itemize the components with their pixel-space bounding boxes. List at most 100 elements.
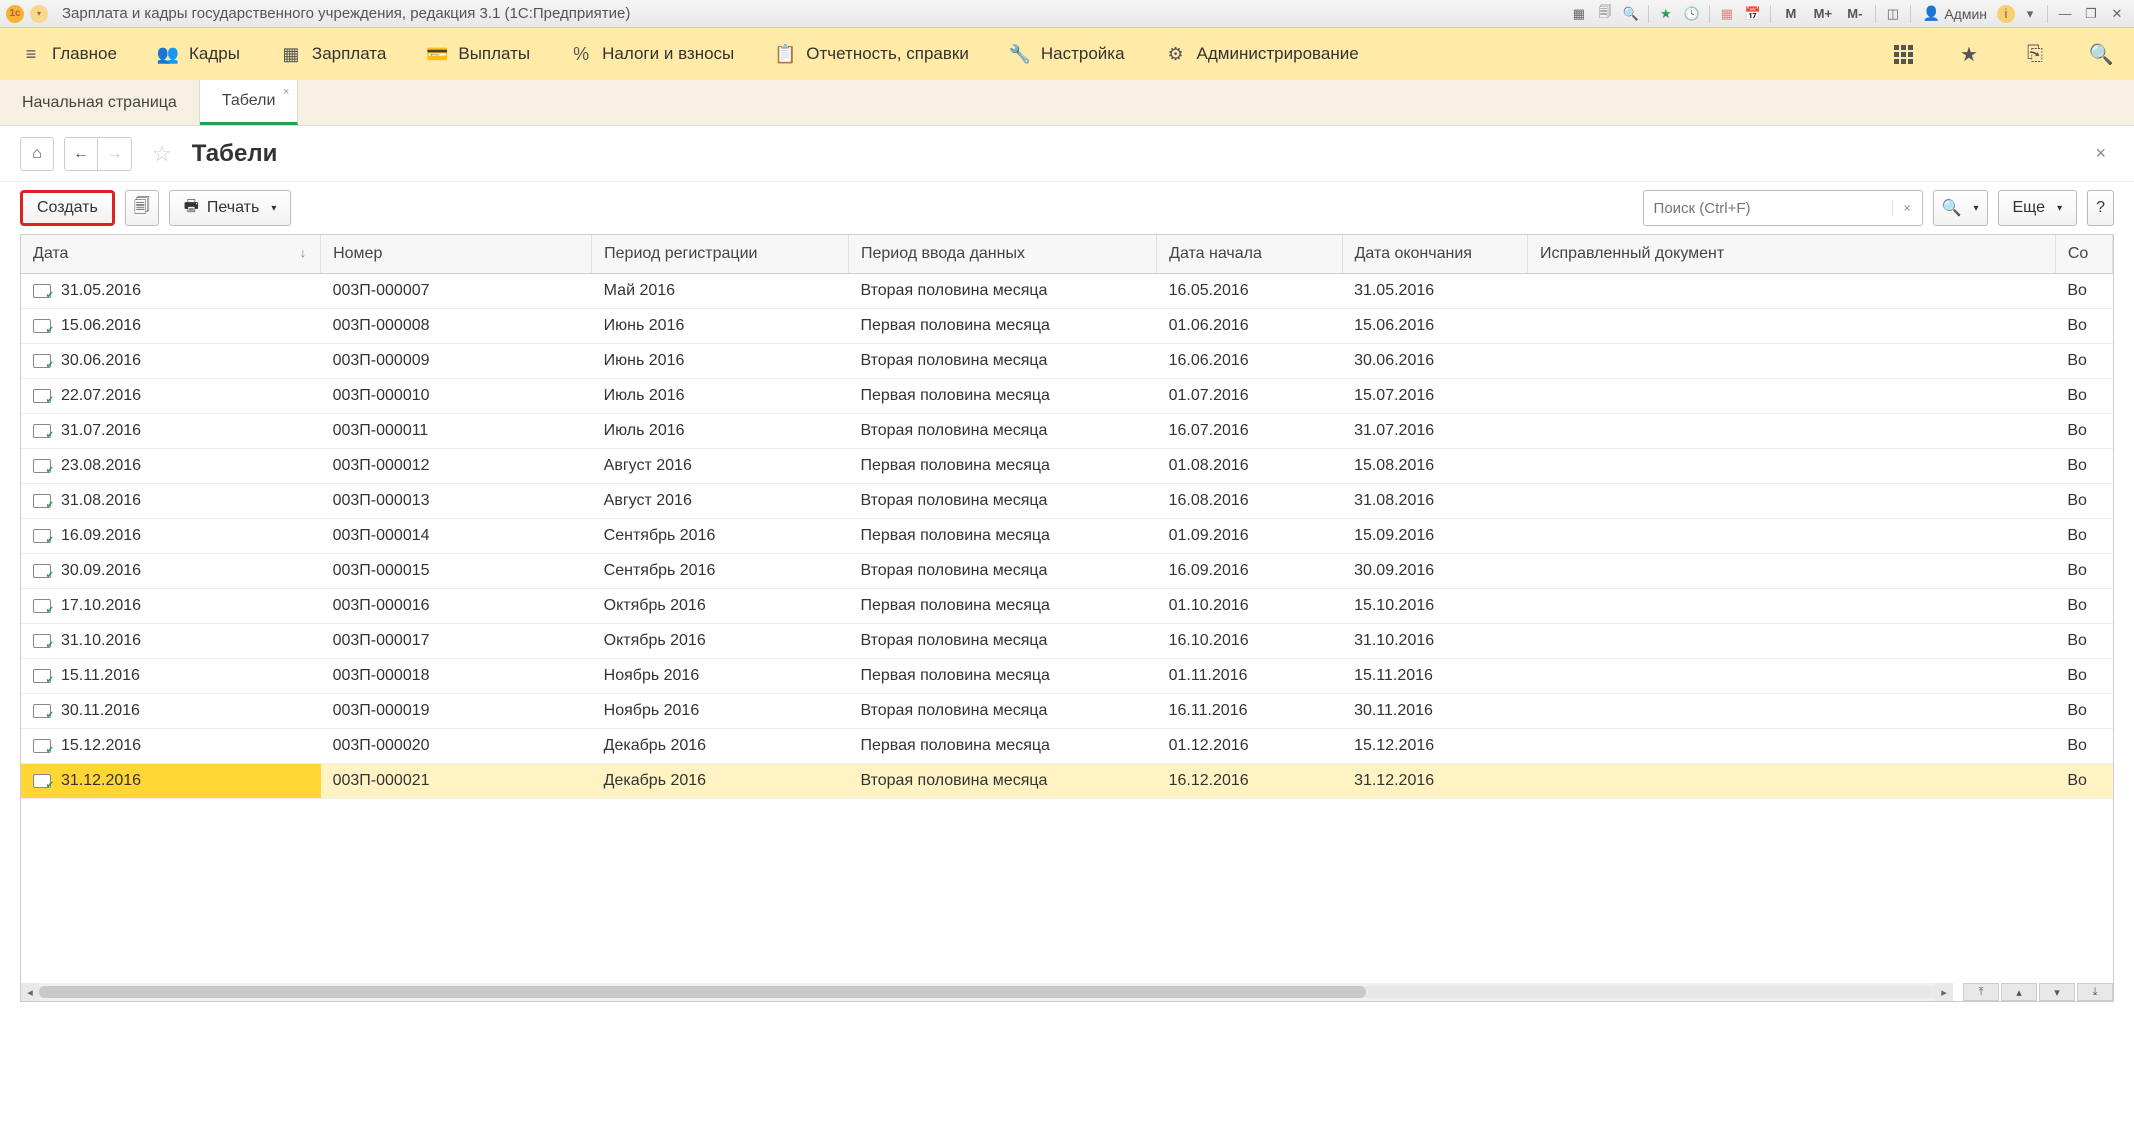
table-cell: Во bbox=[2055, 694, 2112, 729]
menu-item-6[interactable]: 🔧Настройка bbox=[1009, 43, 1125, 65]
table-cell: 31.12.2016 bbox=[21, 764, 321, 799]
star-icon[interactable]: ★ bbox=[1956, 41, 1982, 67]
menu-label: Кадры bbox=[189, 44, 240, 64]
column-header[interactable]: Дата окончания bbox=[1342, 235, 1527, 274]
table-cell: 31.10.2016 bbox=[21, 624, 321, 659]
table-row[interactable]: 17.10.2016003П-000016Октябрь 2016Первая … bbox=[21, 589, 2113, 624]
menu-icon: 📋 bbox=[774, 43, 796, 65]
column-header[interactable]: Период регистрации bbox=[592, 235, 849, 274]
tab-1[interactable]: Табели× bbox=[200, 80, 299, 125]
scroll-down-button[interactable]: ▾ bbox=[2039, 983, 2075, 1001]
clipboard-icon[interactable]: ⎘ bbox=[2022, 41, 2048, 67]
table-row[interactable]: 31.07.2016003П-000011Июль 2016Вторая пол… bbox=[21, 414, 2113, 449]
document-status-icon bbox=[33, 319, 51, 333]
table-row[interactable]: 30.11.2016003П-000019Ноябрь 2016Вторая п… bbox=[21, 694, 2113, 729]
favorite-icon[interactable]: ★ bbox=[1655, 4, 1677, 24]
app-menu-dropdown-icon[interactable]: ▾ bbox=[30, 5, 48, 23]
history-icon[interactable]: 🕓 bbox=[1681, 4, 1703, 24]
panel-toggle-icon[interactable]: ◫ bbox=[1882, 4, 1904, 24]
table-row[interactable]: 30.09.2016003П-000015Сентябрь 2016Вторая… bbox=[21, 554, 2113, 589]
close-page-button[interactable]: × bbox=[2087, 143, 2114, 164]
back-button[interactable]: ← bbox=[64, 137, 98, 171]
menu-label: Налоги и взносы bbox=[602, 44, 734, 64]
column-header[interactable]: Со bbox=[2055, 235, 2112, 274]
table-cell: 31.07.2016 bbox=[1342, 414, 1527, 449]
table-row[interactable]: 15.11.2016003П-000018Ноябрь 2016Первая п… bbox=[21, 659, 2113, 694]
menu-icon: ≡ bbox=[20, 43, 42, 65]
table-cell: 15.10.2016 bbox=[1342, 589, 1527, 624]
table-cell: 22.07.2016 bbox=[21, 379, 321, 414]
table-row[interactable]: 23.08.2016003П-000012Август 2016Первая п… bbox=[21, 449, 2113, 484]
user-label[interactable]: 👤 Админ bbox=[1917, 5, 1993, 22]
table-row[interactable]: 16.09.2016003П-000014Сентябрь 2016Первая… bbox=[21, 519, 2113, 554]
apps-grid-icon[interactable] bbox=[1890, 41, 1916, 67]
menu-label: Выплаты bbox=[458, 44, 530, 64]
goto-top-button[interactable]: ⤒ bbox=[1963, 983, 1999, 1001]
menu-item-0[interactable]: ≡Главное bbox=[20, 43, 117, 65]
goto-bottom-button[interactable]: ⤓ bbox=[2077, 983, 2113, 1001]
table-row[interactable]: 31.10.2016003П-000017Октябрь 2016Вторая … bbox=[21, 624, 2113, 659]
home-button[interactable]: ⌂ bbox=[20, 137, 54, 171]
menu-item-3[interactable]: 💳Выплаты bbox=[426, 43, 530, 65]
memory-mminus[interactable]: M- bbox=[1841, 4, 1869, 24]
tb-icon-3[interactable]: 🔍 bbox=[1620, 4, 1642, 24]
info-icon[interactable]: i bbox=[1997, 5, 2015, 23]
table-cell: Сентябрь 2016 bbox=[592, 519, 849, 554]
clear-search-button[interactable]: × bbox=[1892, 201, 1922, 215]
table-cell bbox=[1528, 764, 2056, 799]
copy-button[interactable]: 🗐 bbox=[125, 190, 159, 226]
table-cell: Во bbox=[2055, 554, 2112, 589]
maximize-button[interactable]: ❐ bbox=[2080, 4, 2102, 24]
table-cell: Вторая половина месяца bbox=[848, 484, 1156, 519]
column-header[interactable]: Период ввода данных bbox=[848, 235, 1156, 274]
scroll-right-icon[interactable]: ▸ bbox=[1935, 983, 1953, 1001]
document-status-icon bbox=[33, 529, 51, 543]
menu-item-4[interactable]: %Налоги и взносы bbox=[570, 43, 734, 65]
table-cell: 003П-000008 bbox=[321, 309, 592, 344]
tb-icon-2[interactable]: 🗐 bbox=[1594, 4, 1616, 24]
document-status-icon bbox=[33, 564, 51, 578]
menu-item-5[interactable]: 📋Отчетность, справки bbox=[774, 43, 969, 65]
memory-mplus[interactable]: M+ bbox=[1809, 4, 1837, 24]
memory-m[interactable]: M bbox=[1777, 4, 1805, 24]
close-window-button[interactable]: ✕ bbox=[2106, 4, 2128, 24]
close-tab-icon[interactable]: × bbox=[283, 86, 289, 98]
column-header[interactable]: Номер bbox=[321, 235, 592, 274]
search-icon[interactable]: 🔍 bbox=[2088, 41, 2114, 67]
table-row[interactable]: 15.12.2016003П-000020Декабрь 2016Первая … bbox=[21, 729, 2113, 764]
horizontal-scrollbar[interactable]: ◂ ▸ bbox=[21, 983, 1953, 1001]
table-cell: Во bbox=[2055, 659, 2112, 694]
menu-item-2[interactable]: ▦Зарплата bbox=[280, 43, 386, 65]
column-header[interactable]: Дата↓ bbox=[21, 235, 321, 274]
menu-item-7[interactable]: ⚙Администрирование bbox=[1165, 43, 1359, 65]
print-button[interactable]: 🖶 Печать ▾ bbox=[169, 190, 292, 226]
table-cell bbox=[1528, 379, 2056, 414]
search-input[interactable] bbox=[1644, 200, 1892, 217]
tab-0[interactable]: Начальная страница bbox=[0, 80, 200, 125]
table-cell: 16.06.2016 bbox=[1157, 344, 1342, 379]
calendar-icon[interactable]: 📅 bbox=[1742, 4, 1764, 24]
more-button[interactable]: Еще ▾ bbox=[1998, 190, 2078, 226]
minimize-button[interactable]: — bbox=[2054, 4, 2076, 24]
search-dropdown-button[interactable]: 🔍 ▾ bbox=[1933, 190, 1988, 226]
table-row[interactable]: 31.05.2016003П-000007Май 2016Вторая поло… bbox=[21, 274, 2113, 309]
help-button[interactable]: ? bbox=[2087, 190, 2114, 226]
calculator-icon[interactable]: ▦ bbox=[1716, 4, 1738, 24]
menu-item-1[interactable]: 👥Кадры bbox=[157, 43, 240, 65]
table-row[interactable]: 22.07.2016003П-000010Июль 2016Первая пол… bbox=[21, 379, 2113, 414]
table-row[interactable]: 30.06.2016003П-000009Июнь 2016Вторая пол… bbox=[21, 344, 2113, 379]
column-header[interactable]: Исправленный документ bbox=[1528, 235, 2056, 274]
scroll-left-icon[interactable]: ◂ bbox=[21, 983, 39, 1001]
create-button[interactable]: Создать bbox=[20, 190, 115, 226]
dropdown-caret-icon[interactable]: ▾ bbox=[2019, 4, 2041, 24]
table-cell: Первая половина месяца bbox=[848, 519, 1156, 554]
forward-button[interactable]: → bbox=[98, 137, 132, 171]
table-row[interactable]: 15.06.2016003П-000008Июнь 2016Первая пол… bbox=[21, 309, 2113, 344]
table-row[interactable]: 31.08.2016003П-000013Август 2016Вторая п… bbox=[21, 484, 2113, 519]
table-cell: 01.08.2016 bbox=[1157, 449, 1342, 484]
favorite-star-icon[interactable]: ☆ bbox=[152, 141, 172, 167]
tb-icon-1[interactable]: ▦ bbox=[1568, 4, 1590, 24]
column-header[interactable]: Дата начала bbox=[1157, 235, 1342, 274]
scroll-up-button[interactable]: ▴ bbox=[2001, 983, 2037, 1001]
table-row[interactable]: 31.12.2016003П-000021Декабрь 2016Вторая … bbox=[21, 764, 2113, 799]
